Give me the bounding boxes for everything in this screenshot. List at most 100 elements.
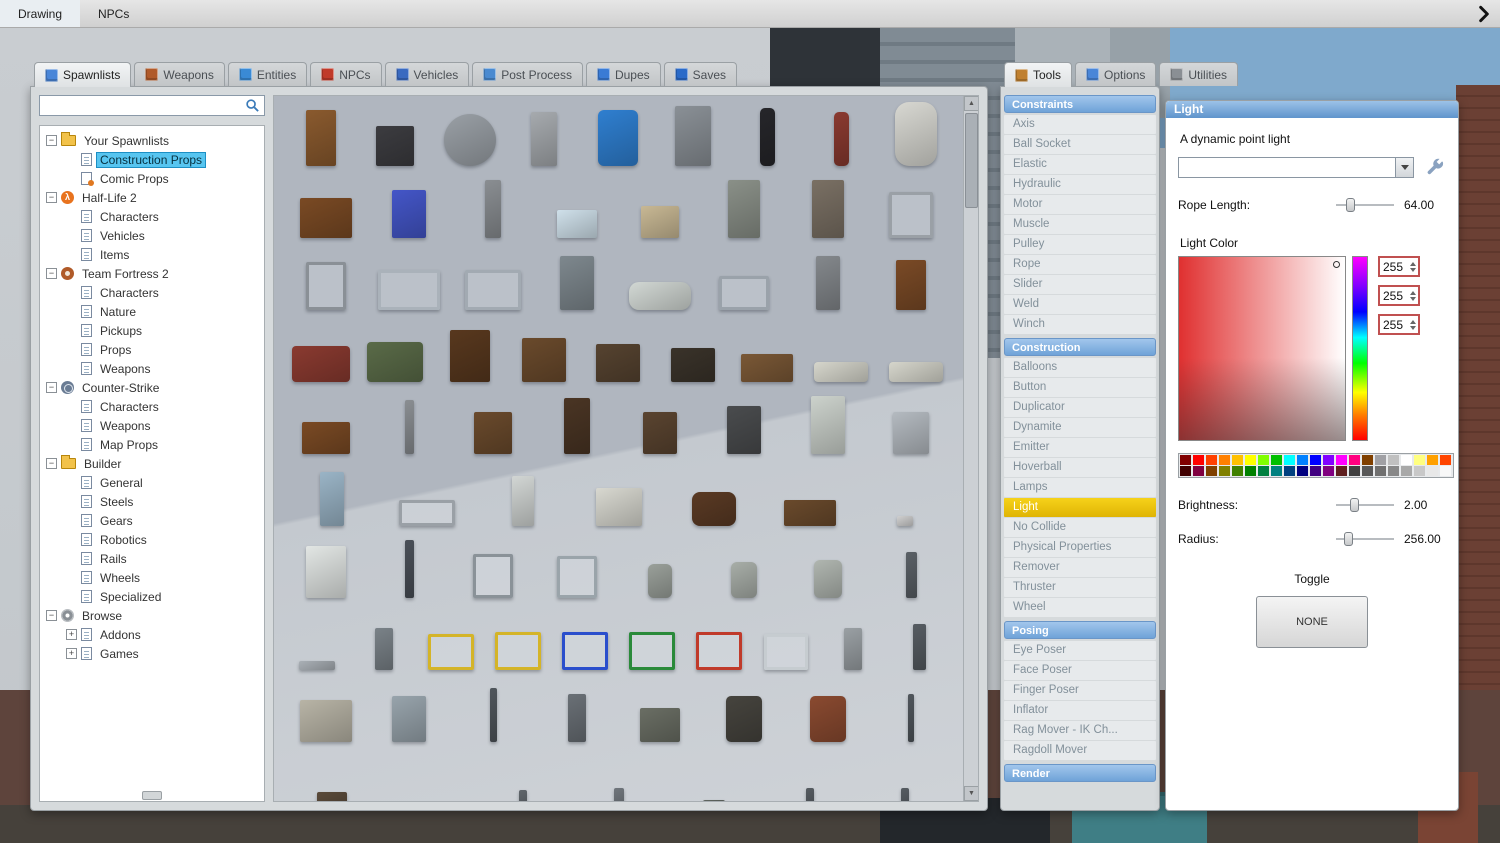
minus-expander-icon[interactable]: − bbox=[46, 135, 57, 146]
color-swatch[interactable] bbox=[1232, 466, 1243, 476]
minus-expander-icon[interactable]: − bbox=[46, 610, 57, 621]
prop-lockers[interactable] bbox=[392, 696, 427, 742]
color-swatch[interactable] bbox=[1232, 455, 1243, 465]
tree-resize-grip[interactable] bbox=[142, 791, 162, 800]
red-value-input[interactable]: 255 bbox=[1378, 256, 1420, 277]
rope-length-slider[interactable] bbox=[1336, 198, 1394, 212]
spinner-icon[interactable] bbox=[1410, 261, 1418, 272]
color-swatch[interactable] bbox=[1362, 455, 1373, 465]
tool-item-ragdoll-mover[interactable]: Ragdoll Mover bbox=[1004, 741, 1156, 760]
tree-item-rails[interactable]: Rails bbox=[42, 549, 262, 568]
tree-item-specialized[interactable]: Specialized bbox=[42, 587, 262, 606]
color-swatch[interactable] bbox=[1440, 455, 1451, 465]
prop-cage-blue[interactable] bbox=[562, 632, 609, 670]
color-swatch[interactable] bbox=[1284, 466, 1295, 476]
tab-vehicles[interactable]: Vehicles bbox=[384, 62, 470, 86]
scroll-up-icon[interactable]: ▲ bbox=[964, 96, 978, 111]
color-swatch[interactable] bbox=[1206, 466, 1217, 476]
tree-item-games[interactable]: + Games bbox=[42, 644, 262, 663]
tool-item-pulley[interactable]: Pulley bbox=[1004, 235, 1156, 254]
prop-candelabra[interactable] bbox=[905, 552, 917, 598]
tool-item-finger-poser[interactable]: Finger Poser bbox=[1004, 681, 1156, 700]
prop-bench-frame[interactable] bbox=[399, 500, 456, 526]
color-swatch[interactable] bbox=[1310, 466, 1321, 476]
prop-radiator[interactable] bbox=[893, 412, 930, 454]
color-swatch[interactable] bbox=[1219, 466, 1230, 476]
prop-gas-heater[interactable] bbox=[815, 256, 840, 310]
prop-stone-pillar[interactable] bbox=[485, 180, 502, 238]
tab-weapons[interactable]: Weapons bbox=[134, 62, 225, 86]
tool-item-duplicator[interactable]: Duplicator bbox=[1004, 398, 1156, 417]
prop-wooden-bench[interactable] bbox=[299, 198, 352, 238]
collapse-chevron-icon[interactable] bbox=[1474, 3, 1496, 25]
color-swatch[interactable] bbox=[1414, 455, 1425, 465]
tree-item-nature[interactable]: Nature bbox=[42, 302, 262, 321]
prop-stove[interactable] bbox=[726, 406, 761, 454]
color-swatch[interactable] bbox=[1336, 455, 1347, 465]
prop-wooden-table[interactable] bbox=[741, 354, 794, 382]
color-swatch[interactable] bbox=[1427, 455, 1438, 465]
prop-tall-cabinet[interactable] bbox=[563, 398, 590, 454]
minus-expander-icon[interactable]: − bbox=[46, 382, 57, 393]
color-swatch[interactable] bbox=[1245, 455, 1256, 465]
prop-thin-pole[interactable] bbox=[908, 694, 915, 742]
tool-item-ball-socket[interactable]: Ball Socket bbox=[1004, 135, 1156, 154]
tab-options[interactable]: Options bbox=[1075, 62, 1157, 86]
color-swatch[interactable] bbox=[1180, 466, 1191, 476]
tool-item-physical-properties[interactable]: Physical Properties bbox=[1004, 538, 1156, 557]
prop-wood-plank[interactable] bbox=[404, 400, 414, 454]
prop-kitchen-counter[interactable] bbox=[595, 488, 642, 526]
color-swatch[interactable] bbox=[1219, 455, 1230, 465]
prop-coffee-table[interactable] bbox=[301, 422, 350, 454]
toggle-none-button[interactable]: NONE bbox=[1256, 596, 1368, 648]
tree-item-items[interactable]: Items bbox=[42, 245, 262, 264]
prop-white-tank[interactable] bbox=[894, 102, 937, 166]
tree-item-gears[interactable]: Gears bbox=[42, 511, 262, 530]
radius-slider[interactable] bbox=[1336, 532, 1394, 546]
tool-item-inflator[interactable]: Inflator bbox=[1004, 701, 1156, 720]
prop-mattress-2[interactable] bbox=[888, 362, 943, 382]
prop-bar-stool[interactable] bbox=[306, 110, 337, 166]
tab-npcs[interactable]: NPCs bbox=[310, 62, 382, 86]
prop-metal-plank[interactable] bbox=[299, 661, 336, 670]
prop-chainlink-fence[interactable] bbox=[378, 270, 441, 310]
tab-spawnlists[interactable]: Spawnlists bbox=[34, 62, 132, 87]
prop-oil-drum[interactable] bbox=[725, 696, 762, 742]
tool-item-emitter[interactable]: Emitter bbox=[1004, 438, 1156, 457]
color-swatch[interactable] bbox=[1193, 466, 1204, 476]
tool-item-remover[interactable]: Remover bbox=[1004, 558, 1156, 577]
color-swatch[interactable] bbox=[1336, 466, 1347, 476]
menu-drawing[interactable]: Drawing bbox=[0, 0, 81, 27]
prop-green-couch[interactable] bbox=[367, 342, 424, 382]
prop-wire-panel[interactable] bbox=[556, 556, 597, 598]
minus-expander-icon[interactable]: − bbox=[46, 458, 57, 469]
prop-bed-frame[interactable] bbox=[718, 276, 769, 310]
tool-item-wheel[interactable]: Wheel bbox=[1004, 598, 1156, 617]
prop-cage-yellow[interactable] bbox=[428, 634, 475, 670]
prop-crank-wheel[interactable] bbox=[316, 792, 347, 801]
tree-item-builder[interactable]: − Builder bbox=[42, 454, 262, 473]
tool-item-elastic[interactable]: Elastic bbox=[1004, 155, 1156, 174]
prop-fence-gate[interactable] bbox=[473, 554, 514, 598]
prop-lamp-post[interactable] bbox=[404, 540, 414, 598]
prop-round-table[interactable] bbox=[692, 492, 737, 526]
prop-desk[interactable] bbox=[783, 500, 836, 526]
plus-expander-icon[interactable]: + bbox=[66, 629, 77, 640]
menu-npcs[interactable]: NPCs bbox=[80, 0, 147, 27]
tool-section-constraints[interactable]: Constraints bbox=[1004, 95, 1156, 113]
spinner-icon[interactable] bbox=[1410, 290, 1418, 301]
tool-item-muscle[interactable]: Muscle bbox=[1004, 215, 1156, 234]
tool-item-hydraulic[interactable]: Hydraulic bbox=[1004, 175, 1156, 194]
color-swatch[interactable] bbox=[1323, 466, 1334, 476]
color-swatch[interactable] bbox=[1323, 455, 1334, 465]
prop-wire-fence[interactable] bbox=[465, 270, 522, 310]
prop-metal-door[interactable] bbox=[727, 180, 760, 238]
tree-item-counter-strike[interactable]: − Counter-Strike bbox=[42, 378, 262, 397]
prop-statue[interactable] bbox=[913, 624, 927, 670]
prop-metal-frame[interactable] bbox=[305, 262, 346, 310]
prop-wooden-crate[interactable] bbox=[596, 344, 641, 382]
prop-sink-pedestal[interactable] bbox=[511, 476, 534, 526]
tab-dupes[interactable]: Dupes bbox=[585, 62, 661, 86]
prop-red-couch[interactable] bbox=[292, 346, 351, 382]
prop-gravestone-large[interactable] bbox=[813, 560, 842, 598]
